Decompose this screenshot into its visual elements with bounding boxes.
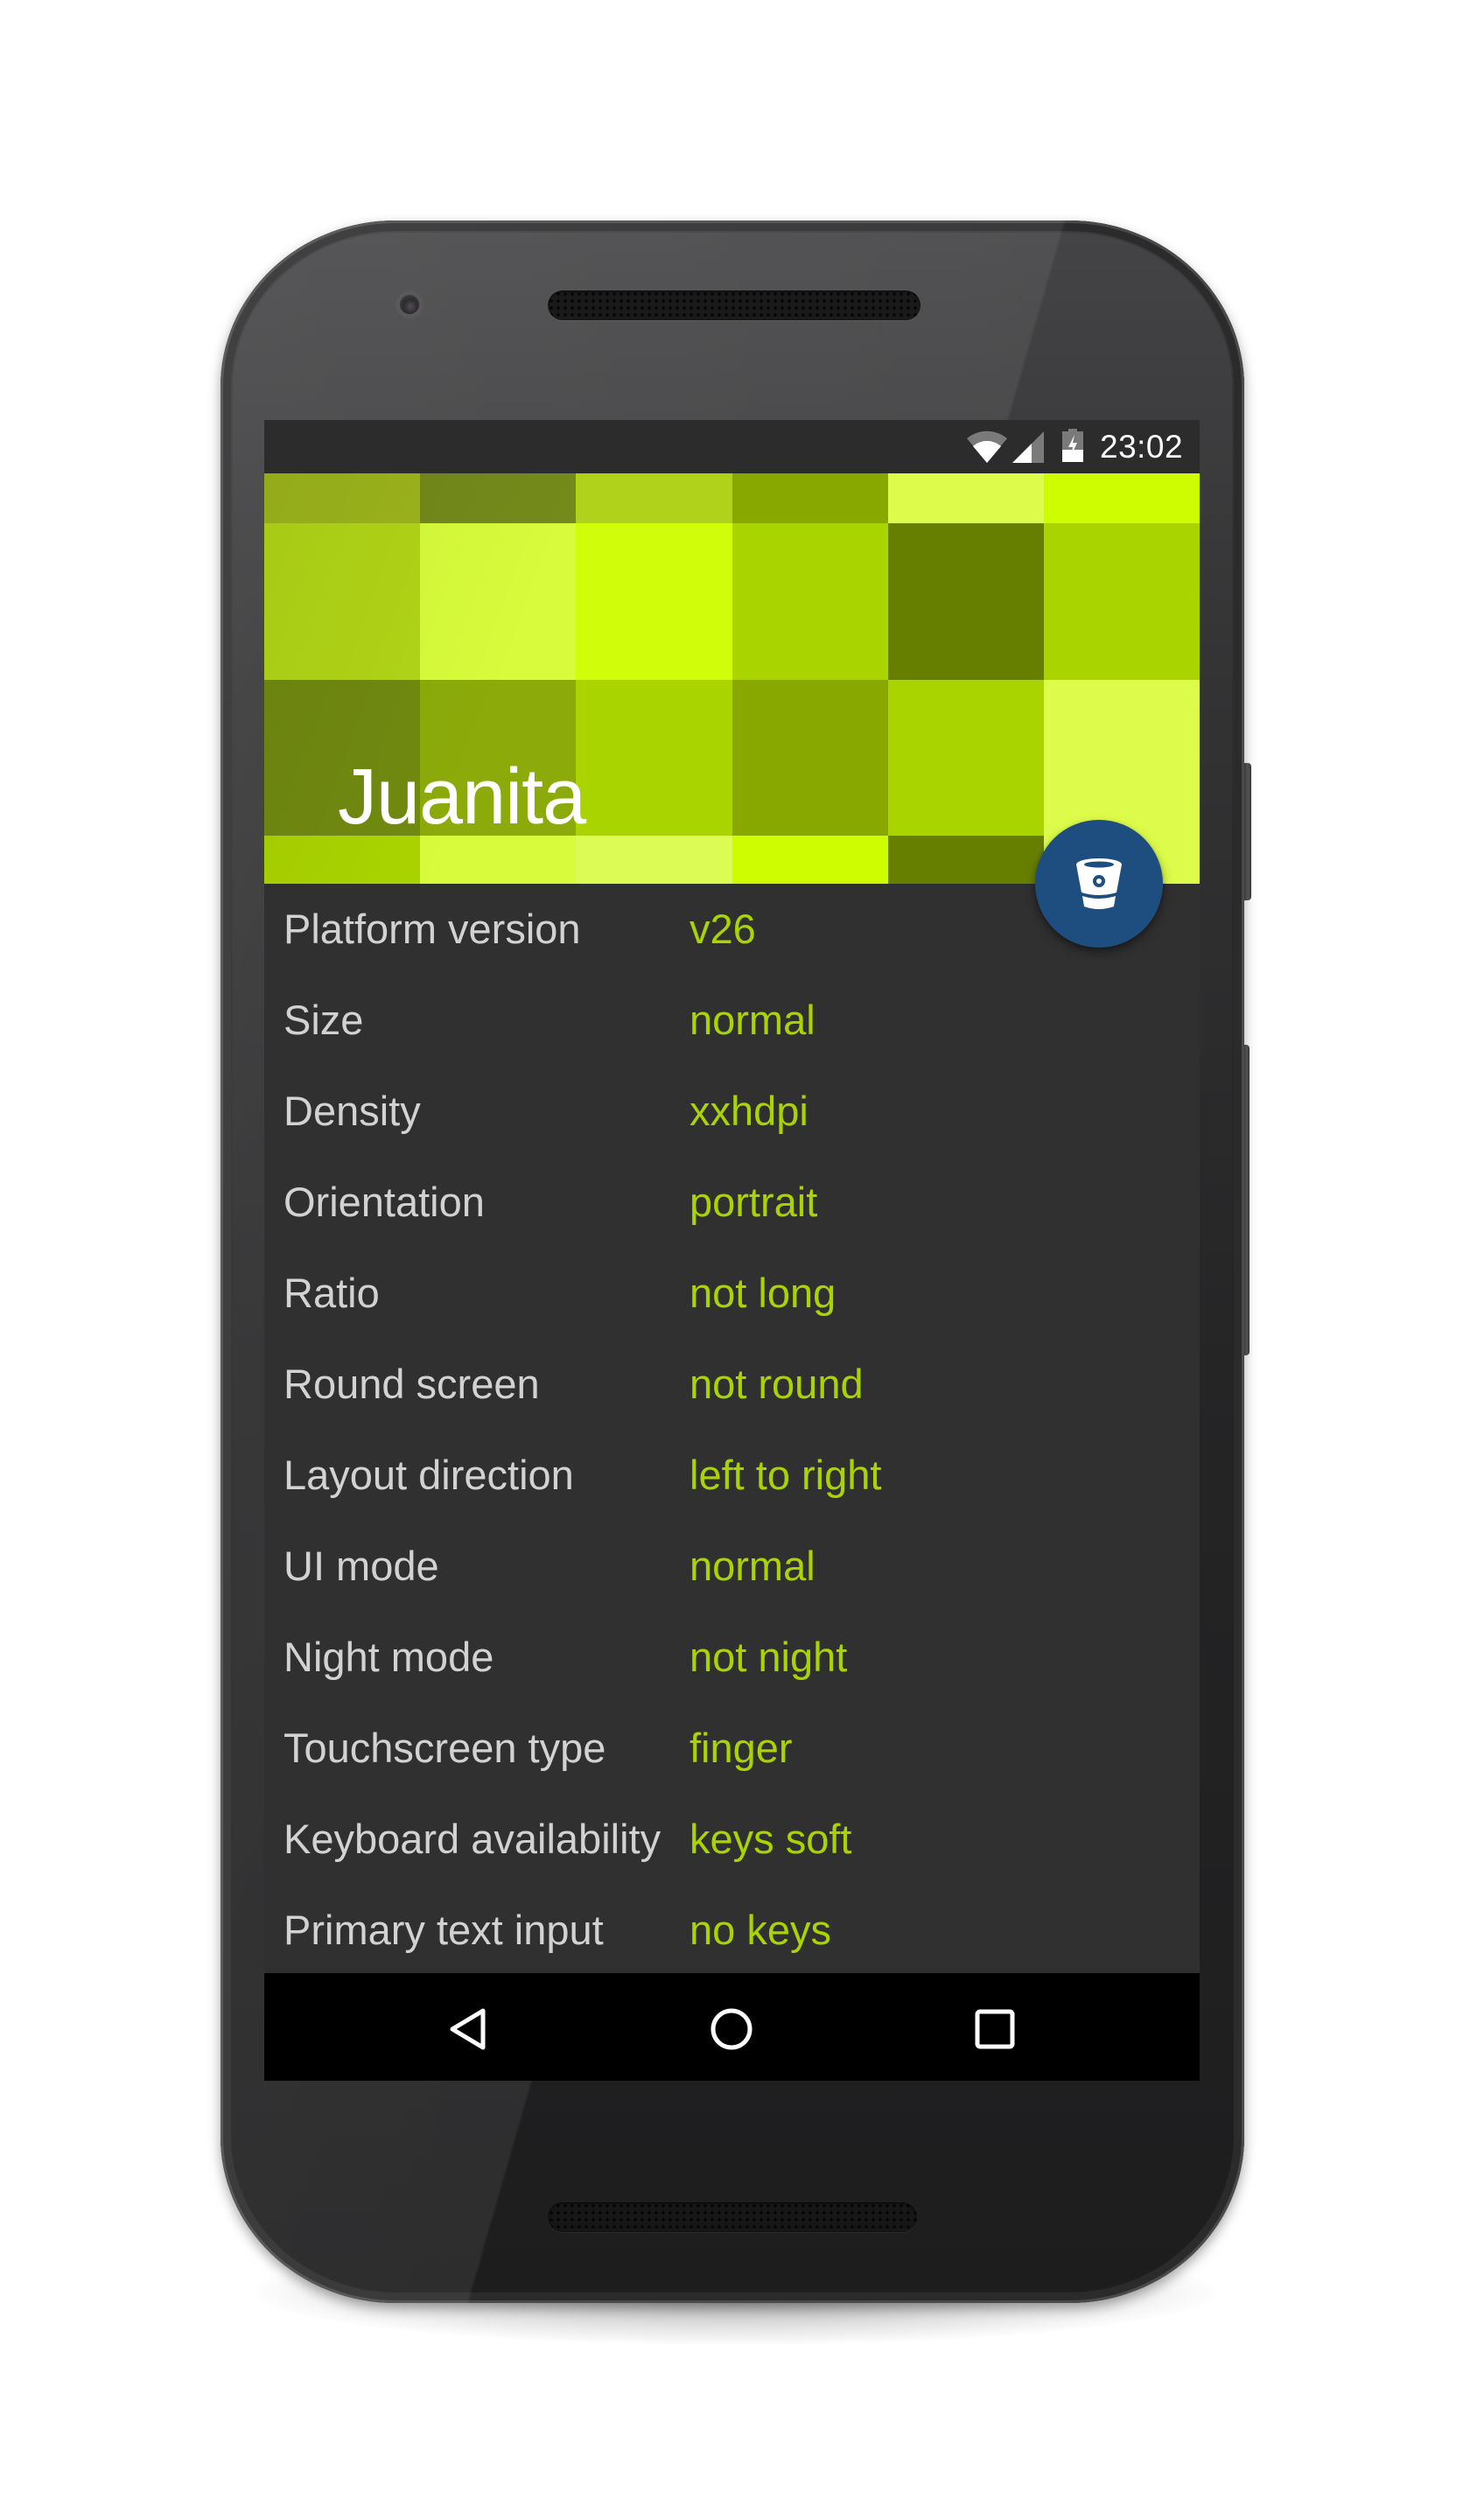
- cell-signal-icon: [1012, 431, 1044, 463]
- header-tile: [264, 836, 422, 884]
- header-tile: [888, 473, 1046, 523]
- header-tile: [888, 523, 1046, 680]
- info-label: Keyboard availability: [284, 1816, 662, 1862]
- info-row: Touchscreen type finger: [264, 1703, 1200, 1794]
- bitbucket-fab-button[interactable]: [1035, 820, 1163, 948]
- info-row: Density xxhdpi: [264, 1066, 1200, 1157]
- info-label: Round screen: [284, 1361, 540, 1407]
- navigation-bar: [264, 1973, 1200, 2081]
- wifi-icon: [967, 430, 1007, 463]
- home-icon: [710, 2008, 752, 2050]
- header-banner: Juanita: [264, 473, 1200, 884]
- info-value: finger: [690, 1725, 793, 1771]
- nav-back-button[interactable]: [444, 2005, 493, 2054]
- header-tile: [264, 523, 422, 680]
- header-tile: [1044, 523, 1200, 680]
- info-value: not long: [690, 1270, 836, 1316]
- status-time: 23:02: [1100, 429, 1184, 465]
- back-icon: [450, 2008, 486, 2050]
- header-tile: [732, 680, 890, 836]
- info-row: Layout direction left to right: [264, 1430, 1200, 1521]
- header-tile: [420, 473, 578, 523]
- header-tile: [732, 836, 890, 884]
- info-value: normal: [690, 1543, 816, 1589]
- info-row: UI mode normal: [264, 1521, 1200, 1612]
- info-value: left to right: [690, 1452, 882, 1498]
- header-tile: [420, 523, 578, 680]
- info-row: Round screen not round: [264, 1339, 1200, 1430]
- earpiece-speaker: [548, 290, 920, 320]
- info-label: Orientation: [284, 1179, 485, 1225]
- info-label: Platform version: [284, 906, 581, 952]
- header-tile: [732, 473, 890, 523]
- header-tile: [888, 680, 1046, 836]
- bitbucket-icon: [1076, 858, 1122, 909]
- header-tile: [1044, 473, 1200, 523]
- header-tile: [420, 836, 578, 884]
- header-tile: [576, 680, 733, 836]
- header-tile: [576, 836, 733, 884]
- info-label: Ratio: [284, 1270, 380, 1316]
- info-value: portrait: [690, 1179, 818, 1225]
- info-label: UI mode: [284, 1543, 439, 1589]
- info-label: Primary text input: [284, 1907, 604, 1953]
- info-row: Night mode not night: [264, 1612, 1200, 1703]
- header-title: Juanita: [338, 753, 586, 841]
- front-camera-icon: [400, 295, 419, 314]
- info-value: xxhdpi: [690, 1088, 808, 1134]
- info-row: Ratio not long: [264, 1248, 1200, 1339]
- header-tile: [576, 473, 733, 523]
- header-tile: [888, 836, 1046, 884]
- header-tile: [576, 523, 733, 680]
- info-value: v26: [690, 906, 756, 952]
- info-label: Night mode: [284, 1634, 494, 1680]
- info-value: not night: [690, 1634, 848, 1680]
- status-bar: 23:02: [264, 420, 1200, 473]
- info-value: no keys: [690, 1907, 831, 1953]
- header-tile: [1044, 680, 1200, 836]
- recents-icon: [975, 2009, 1015, 2049]
- header-tile: [264, 473, 422, 523]
- nav-home-button[interactable]: [707, 2005, 756, 2054]
- info-label: Touchscreen type: [284, 1725, 606, 1771]
- battery-charging-icon: [1062, 429, 1083, 462]
- header-tile: [732, 523, 890, 680]
- nav-recents-button[interactable]: [970, 2005, 1019, 2054]
- info-value: not round: [690, 1361, 864, 1407]
- info-row: Primary text input no keys: [264, 1885, 1200, 1976]
- bottom-speaker: [548, 2202, 917, 2232]
- info-label: Size: [284, 997, 364, 1043]
- info-value: keys soft: [690, 1816, 852, 1862]
- info-label: Layout direction: [284, 1452, 574, 1498]
- info-value: normal: [690, 997, 816, 1043]
- info-row: Keyboard availability keys soft: [264, 1794, 1200, 1885]
- info-row: Size normal: [264, 975, 1200, 1066]
- info-label: Density: [284, 1088, 421, 1134]
- phone-screen: 23:02 Juanita Platform version v26 Size nor…: [264, 420, 1200, 2081]
- info-row: Orientation portrait: [264, 1157, 1200, 1248]
